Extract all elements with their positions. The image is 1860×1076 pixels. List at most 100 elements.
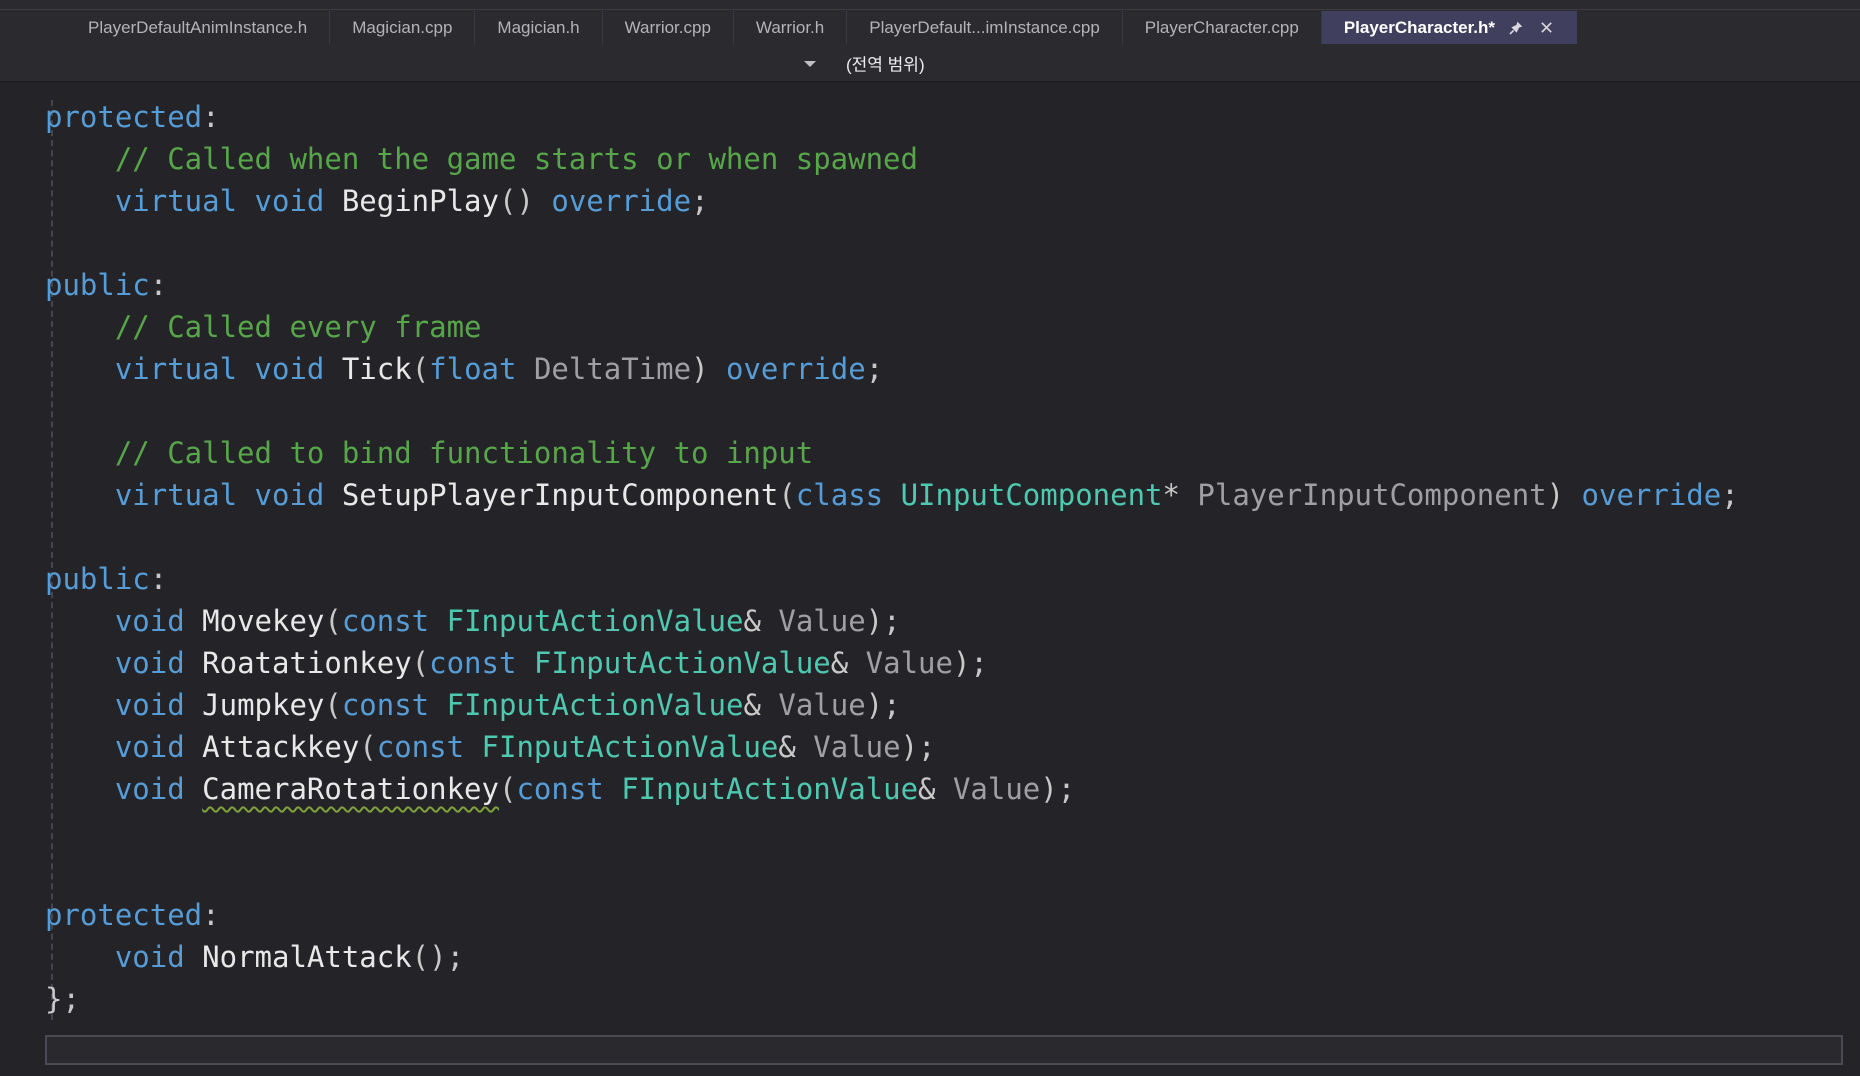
code-token: & (830, 646, 866, 680)
code-token: & (778, 730, 814, 764)
code-token: () (498, 184, 552, 218)
code-line[interactable] (45, 390, 1860, 432)
code-token: // Called when the game starts or when s… (114, 142, 918, 176)
spellcheck-squiggle-token: CameraRotationkey (202, 772, 499, 806)
code-token: Movekey (202, 604, 325, 638)
code-token: ) (1546, 478, 1582, 512)
code-line[interactable]: // Called every frame (45, 306, 1860, 348)
code-line[interactable]: public: (45, 264, 1860, 306)
code-line[interactable]: }; (45, 978, 1860, 1020)
tab-warrior-h[interactable]: Warrior.h (732, 11, 846, 44)
code-token: ) (691, 352, 726, 386)
code-line[interactable]: // Called when the game starts or when s… (45, 138, 1860, 180)
code-token: NormalAttack (202, 940, 412, 974)
tab-playercharacter-cpp[interactable]: PlayerCharacter.cpp (1121, 11, 1321, 44)
code-token: float (429, 352, 517, 386)
code-line[interactable]: void Roatationkey(const FInputActionValu… (45, 642, 1860, 684)
code-line[interactable] (45, 516, 1860, 558)
code-token: void (114, 646, 185, 680)
tab-playercharacter-h[interactable]: PlayerCharacter.h* (1320, 11, 1578, 44)
caret-down-icon[interactable] (804, 61, 816, 73)
tab-warrior-cpp[interactable]: Warrior.cpp (601, 11, 733, 44)
code-token: public (45, 562, 150, 596)
code-area[interactable]: protected: // Called when the game start… (45, 96, 1860, 1020)
code-token: // Called to bind functionality to input (114, 436, 814, 470)
tab-label: PlayerCharacter.cpp (1144, 17, 1299, 37)
code-token: }; (45, 982, 80, 1016)
pushpin-icon[interactable] (1507, 19, 1525, 37)
code-token: override (1581, 478, 1722, 512)
code-token: : (149, 268, 168, 302)
code-token: Tick (341, 352, 412, 386)
code-token: ); (952, 646, 988, 680)
code-line[interactable] (45, 810, 1860, 852)
code-line[interactable]: void Movekey(const FInputActionValue& Va… (45, 600, 1860, 642)
code-line[interactable]: void Jumpkey(const FInputActionValue& Va… (45, 684, 1860, 726)
code-token: void (254, 478, 325, 512)
code-token: // Called every frame (114, 310, 482, 344)
code-token: void (114, 688, 185, 722)
code-token: Roatationkey (202, 646, 412, 680)
code-line[interactable]: protected: (45, 96, 1860, 138)
tab-magician-cpp[interactable]: Magician.cpp (329, 11, 474, 44)
code-token: ( (324, 604, 342, 638)
code-token: ( (324, 688, 342, 722)
tab-label: Magician.cpp (352, 17, 453, 37)
code-token: ( (359, 730, 377, 764)
tabbar-top-divider (0, 9, 1860, 10)
code-token: : (149, 562, 168, 596)
code-token: void (254, 352, 325, 386)
tab-bar: PlayerDefaultAnimInstance.h Magician.cpp… (0, 0, 1860, 44)
code-token: UInputComponent (900, 478, 1163, 512)
code-line[interactable]: void NormalAttack(); (45, 936, 1860, 978)
code-line[interactable]: public: (45, 558, 1860, 600)
code-token: & (743, 688, 779, 722)
code-line[interactable]: void CameraRotationkey(const FInputActio… (45, 768, 1860, 810)
tab-playerdefault-iminstance-cpp[interactable]: PlayerDefault...imInstance.cpp (846, 11, 1122, 44)
code-token: virtual (114, 478, 238, 512)
code-line[interactable]: // Called to bind functionality to input (45, 432, 1860, 474)
code-token: void (114, 730, 185, 764)
code-line[interactable]: virtual void Tick(float DeltaTime) overr… (45, 348, 1860, 390)
code-token: const (429, 646, 517, 680)
code-line[interactable]: void Attackkey(const FInputActionValue& … (45, 726, 1860, 768)
tab-label: Magician.h (497, 17, 580, 37)
code-token: FInputActionValue (533, 646, 831, 680)
code-line[interactable]: protected: (45, 894, 1860, 936)
code-token: FInputActionValue (446, 604, 744, 638)
tab-label: PlayerCharacter.h* (1343, 17, 1496, 37)
code-token: & (918, 772, 953, 806)
code-token: override (551, 184, 692, 218)
tab-label: Warrior.cpp (624, 17, 711, 37)
tab-magician-h[interactable]: Magician.h (474, 11, 601, 44)
scope-dropdown[interactable]: (전역 범위) (846, 50, 925, 75)
code-editor[interactable]: protected: // Called when the game start… (0, 82, 1860, 1076)
code-line[interactable] (45, 852, 1860, 894)
code-token: Value (865, 646, 953, 680)
tab-playerdefaultaniminstance-h[interactable]: PlayerDefaultAnimInstance.h (66, 11, 329, 44)
horizontal-scrollbar[interactable] (45, 1035, 1843, 1065)
code-line[interactable]: virtual void SetupPlayerInputComponent(c… (45, 474, 1860, 516)
code-token: const (516, 772, 604, 806)
code-token: void (114, 604, 185, 638)
code-token: override (726, 352, 866, 386)
close-icon[interactable] (1537, 19, 1555, 37)
code-line[interactable] (45, 222, 1860, 264)
code-line[interactable]: virtual void BeginPlay() override; (45, 180, 1860, 222)
code-token: ; (865, 352, 884, 386)
